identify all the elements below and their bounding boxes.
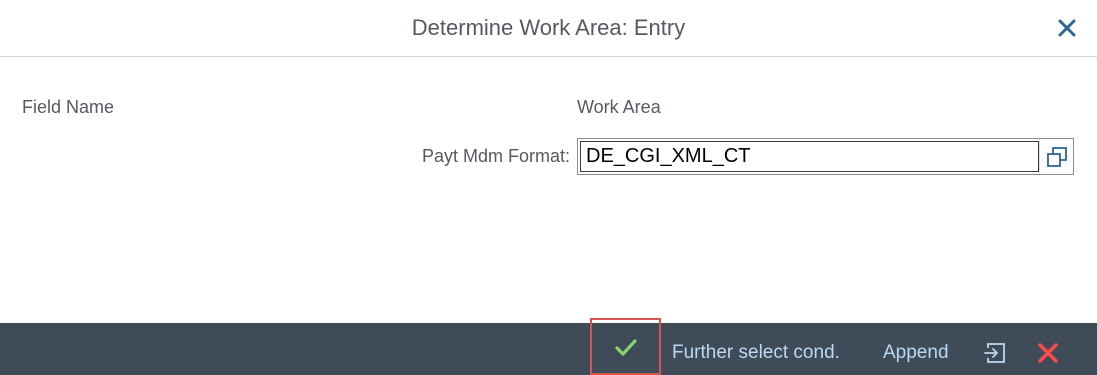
close-button[interactable] bbox=[1055, 14, 1079, 42]
transfer-icon bbox=[984, 343, 1005, 363]
payt-mdm-format-input-box[interactable] bbox=[580, 141, 1039, 172]
ok-button[interactable] bbox=[590, 318, 661, 375]
payt-mdm-format-field bbox=[577, 138, 1074, 175]
payt-mdm-format-input[interactable] bbox=[581, 142, 1038, 171]
further-select-cond-button[interactable]: Further select cond. bbox=[672, 342, 840, 364]
work-area-dialog: Determine Work Area: Entry Field Name Wo… bbox=[0, 0, 1097, 375]
value-help-icon bbox=[1047, 147, 1067, 167]
footer-toolbar: Further select cond. Append bbox=[0, 318, 1097, 375]
cancel-icon bbox=[1038, 343, 1058, 363]
field-name-header: Field Name bbox=[22, 97, 115, 117]
checkmark-icon bbox=[615, 339, 637, 356]
work-area-header: Work Area bbox=[577, 97, 661, 117]
payt-mdm-format-label: Payt Mdm Format: bbox=[421, 146, 570, 166]
transfer-button[interactable] bbox=[982, 339, 1010, 367]
cancel-button[interactable] bbox=[1034, 339, 1062, 367]
title-bar: Determine Work Area: Entry bbox=[0, 0, 1097, 57]
append-button[interactable]: Append bbox=[883, 342, 949, 364]
value-help-button[interactable] bbox=[1039, 139, 1073, 174]
close-icon bbox=[1058, 19, 1076, 37]
dialog-title: Determine Work Area: Entry bbox=[411, 15, 686, 40]
